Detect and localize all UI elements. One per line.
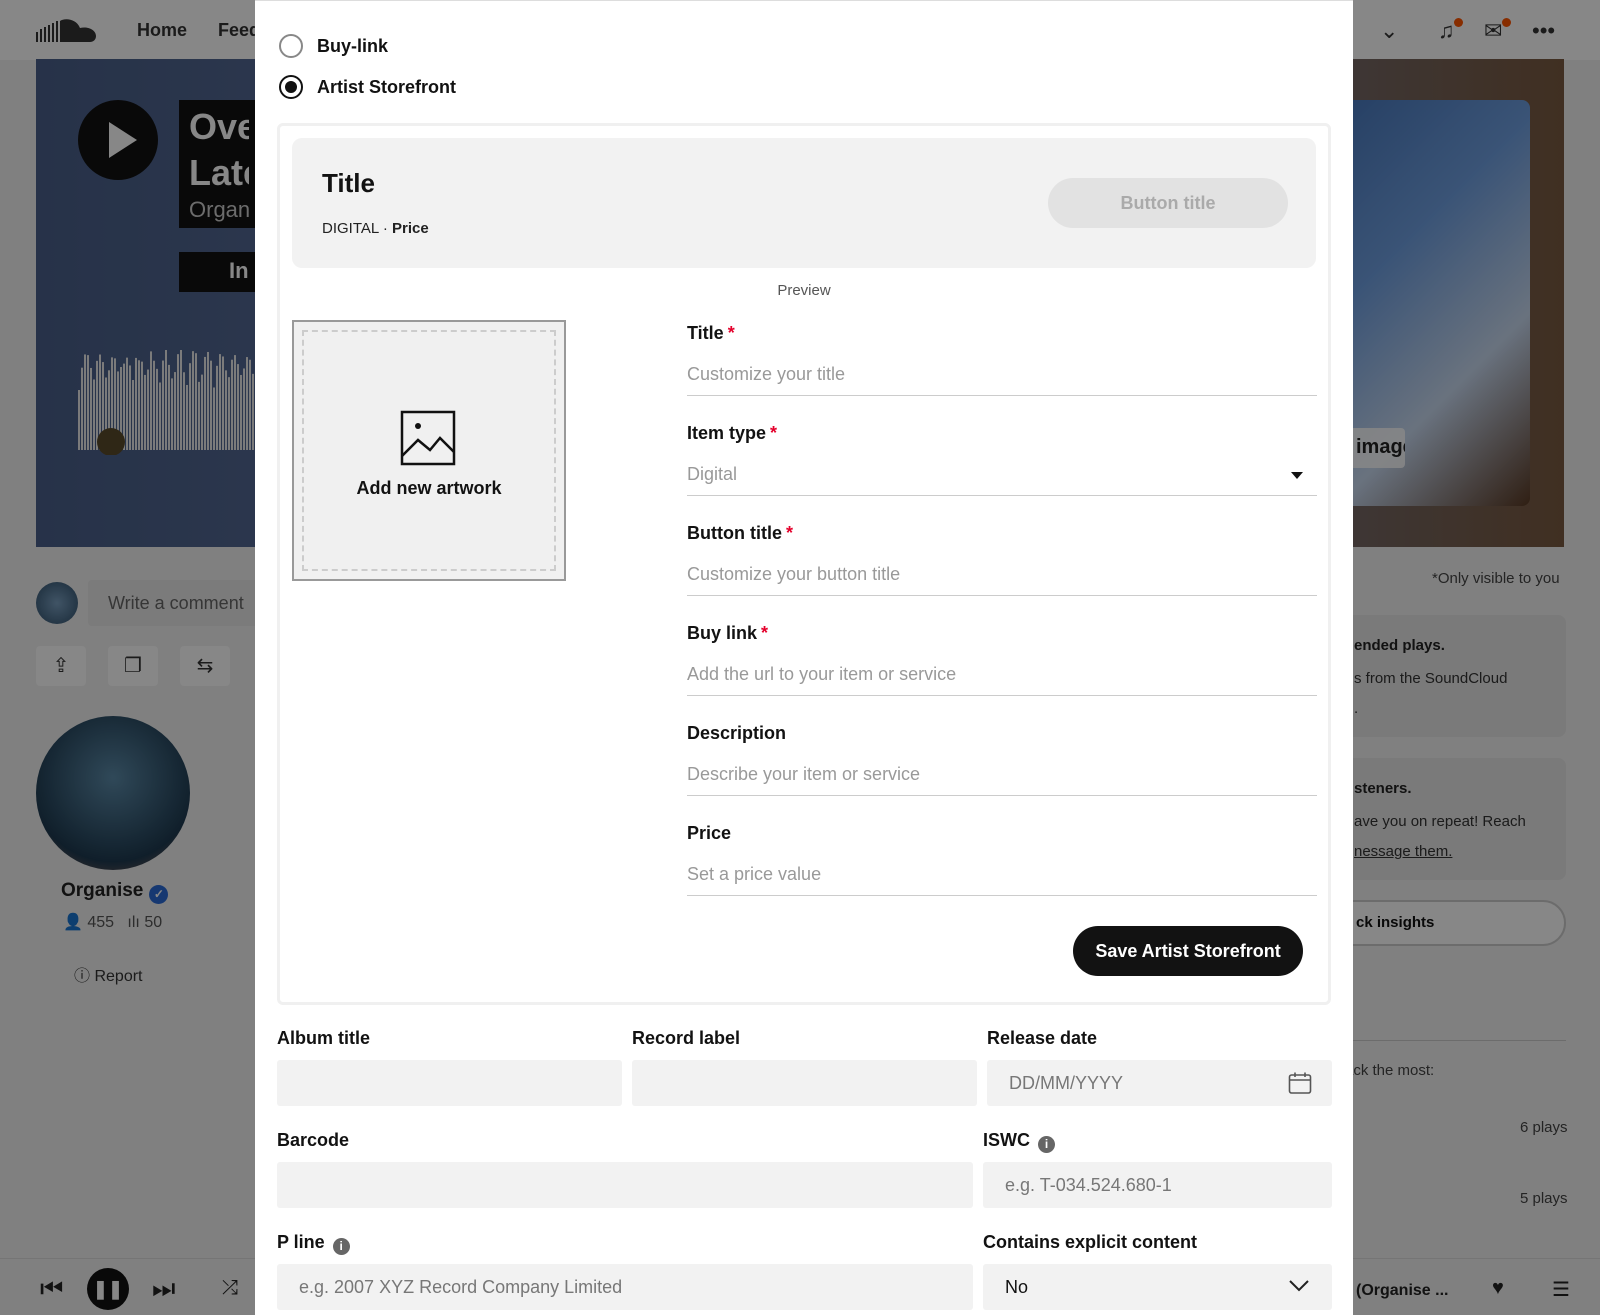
radio-label: Artist Storefront xyxy=(317,76,456,97)
radio-artist-storefront[interactable]: Artist Storefront xyxy=(279,75,456,99)
release-date-input[interactable]: DD/MM/YYYY xyxy=(987,1060,1332,1106)
album-title-input[interactable] xyxy=(277,1060,622,1106)
add-artwork-dropzone[interactable]: Add new artwork xyxy=(292,320,566,581)
storefront-preview-card: Title DIGITAL · Price Button title xyxy=(292,138,1316,268)
required-mark: * xyxy=(727,323,735,343)
preview-title: Title xyxy=(322,168,375,198)
buy-link-input[interactable]: Add the url to your item or service xyxy=(687,660,1317,696)
barcode-label: Barcode xyxy=(277,1130,350,1150)
radio-buy-link[interactable]: Buy-link xyxy=(279,34,388,58)
release-date-placeholder: DD/MM/YYYY xyxy=(1009,1073,1124,1093)
item-type-value: Digital xyxy=(687,464,738,484)
iswc-input[interactable]: e.g. T-034.524.680-1 xyxy=(983,1162,1332,1208)
iswc-label-text: ISWC xyxy=(983,1130,1030,1150)
description-field: Description Describe your item or servic… xyxy=(687,723,1317,796)
add-artwork-label: Add new artwork xyxy=(356,478,502,498)
preview-separator: · xyxy=(382,220,388,237)
field-label-text: Button title xyxy=(687,523,782,543)
album-title-label: Album title xyxy=(277,1028,370,1048)
preview-price: Price xyxy=(392,220,429,237)
preview-type: DIGITAL xyxy=(322,220,379,237)
description-input[interactable]: Describe your item or service xyxy=(687,760,1317,796)
required-mark: * xyxy=(761,623,769,643)
radio-button[interactable] xyxy=(279,34,303,58)
radio-button[interactable] xyxy=(279,75,303,99)
record-label-label: Record label xyxy=(632,1028,741,1048)
title-input[interactable]: Customize your title xyxy=(687,360,1317,396)
release-date-label: Release date xyxy=(987,1028,1098,1048)
field-label: Buy link * xyxy=(687,623,1317,644)
field-label: Button title * xyxy=(687,523,1317,544)
info-icon[interactable]: i xyxy=(1038,1136,1055,1153)
title-field: Title * Customize your title xyxy=(687,323,1317,396)
field-label-text: Title xyxy=(687,323,724,343)
caret-down-icon xyxy=(1291,472,1303,479)
item-type-select[interactable]: Digital xyxy=(687,460,1317,496)
explicit-content-value: No xyxy=(1005,1277,1029,1297)
explicit-content-select[interactable]: No xyxy=(983,1264,1332,1310)
preview-subtitle: DIGITAL · Price xyxy=(322,220,429,237)
explicit-content-label: Contains explicit content xyxy=(983,1232,1198,1252)
field-label: Description xyxy=(687,723,787,743)
field-label-text: Buy link xyxy=(687,623,758,643)
radio-label: Buy-link xyxy=(317,35,389,56)
chevron-down-icon xyxy=(1289,1280,1309,1292)
button-title-field: Button title * Customize your button titl… xyxy=(687,523,1317,596)
required-mark: * xyxy=(770,423,778,443)
button-title-input[interactable]: Customize your button title xyxy=(687,560,1317,596)
calendar-icon[interactable] xyxy=(1288,1071,1312,1095)
preview-caption: Preview xyxy=(777,282,831,299)
info-icon[interactable]: i xyxy=(332,1238,350,1255)
field-label: Title * xyxy=(687,323,1317,344)
buy-link-field: Buy link * Add the url to your item or se… xyxy=(687,623,1317,696)
edit-track-modal: Buy-link Artist Storefront Title DIGITAL… xyxy=(255,0,1353,1315)
field-label: Item type * xyxy=(687,423,1317,444)
barcode-input[interactable] xyxy=(277,1162,973,1208)
field-label: Price xyxy=(687,823,732,843)
storefront-form: Title DIGITAL · Price Button title Previ… xyxy=(277,123,1331,1005)
required-mark: * xyxy=(785,523,793,543)
p-line-label-text: P line xyxy=(277,1232,325,1252)
preview-button: Button title xyxy=(1048,178,1288,228)
price-field: Price Set a price value xyxy=(687,823,1317,896)
price-input[interactable]: Set a price value xyxy=(687,860,1317,896)
image-icon xyxy=(400,410,456,466)
field-label-text: Item type xyxy=(687,423,767,443)
iswc-label: ISWC i xyxy=(983,1130,1055,1153)
record-label-input[interactable] xyxy=(632,1060,977,1106)
p-line-label: P line i xyxy=(277,1232,350,1255)
item-type-field: Item type * Digital xyxy=(687,423,1317,496)
save-artist-storefront-button[interactable]: Save Artist Storefront xyxy=(1073,926,1303,976)
p-line-input[interactable]: e.g. 2007 XYZ Record Company Limited xyxy=(277,1264,973,1310)
